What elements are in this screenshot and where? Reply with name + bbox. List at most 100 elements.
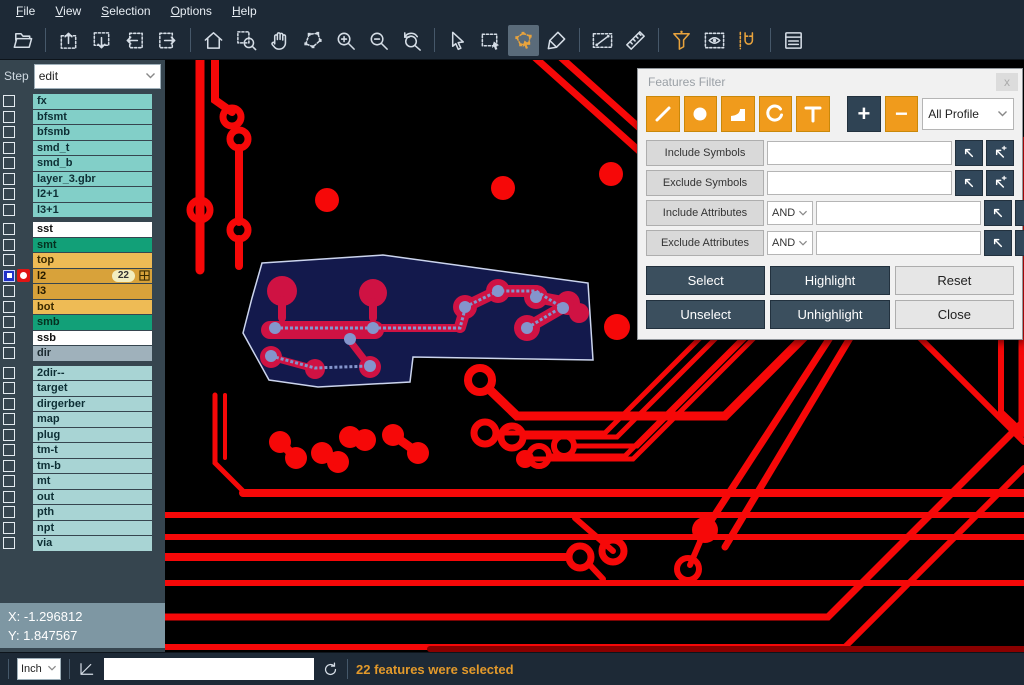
layer-row-top[interactable]: top bbox=[0, 253, 165, 268]
layer-visibility-checkbox[interactable] bbox=[3, 506, 15, 518]
logic-dropdown[interactable]: AND bbox=[767, 201, 813, 225]
pan-hand-icon[interactable] bbox=[264, 25, 295, 56]
layer-row-via[interactable]: via bbox=[0, 536, 165, 551]
layer-indicator[interactable] bbox=[17, 428, 30, 441]
layer-visibility-checkbox[interactable] bbox=[3, 475, 15, 487]
layer-row-l3+1[interactable]: l3+1 bbox=[0, 203, 165, 218]
close-button[interactable]: Close bbox=[895, 300, 1014, 329]
layer-row-target[interactable]: target bbox=[0, 381, 165, 396]
layer-visibility-checkbox[interactable] bbox=[3, 142, 15, 154]
layer-visibility-checkbox[interactable] bbox=[3, 254, 15, 266]
layer-indicator[interactable] bbox=[17, 141, 30, 154]
layer-visibility-checkbox[interactable] bbox=[3, 367, 15, 379]
close-icon[interactable]: x bbox=[996, 73, 1018, 91]
layer-visibility-checkbox[interactable] bbox=[3, 95, 15, 107]
layer-indicator[interactable] bbox=[17, 413, 30, 426]
pick-arrow-button[interactable] bbox=[955, 140, 983, 166]
layer-row-layer_3.gbr[interactable]: layer_3.gbr bbox=[0, 172, 165, 187]
layer-row-pth[interactable]: pth bbox=[0, 505, 165, 520]
layer-row-smd_t[interactable]: smd_t bbox=[0, 141, 165, 156]
layer-indicator[interactable] bbox=[17, 347, 30, 360]
field-label-button[interactable]: Include Symbols bbox=[646, 140, 764, 166]
layer-row-npt[interactable]: npt bbox=[0, 521, 165, 536]
field-label-button[interactable]: Exclude Attributes bbox=[646, 230, 764, 256]
features-filter-icon[interactable] bbox=[666, 25, 697, 56]
arc-filter-button[interactable] bbox=[759, 96, 793, 132]
zoom-in-icon[interactable] bbox=[330, 25, 361, 56]
reset-button[interactable]: Reset bbox=[895, 266, 1014, 295]
pointer-select-icon[interactable] bbox=[442, 25, 473, 56]
layer-indicator[interactable] bbox=[17, 475, 30, 488]
positive-polarity-button[interactable]: + bbox=[847, 96, 881, 132]
layer-row-mt[interactable]: mt bbox=[0, 474, 165, 489]
layer-visibility-checkbox[interactable] bbox=[3, 316, 15, 328]
polygon-select-icon[interactable] bbox=[508, 25, 539, 56]
zoom-previous-icon[interactable] bbox=[396, 25, 427, 56]
profile-dropdown[interactable]: All Profile bbox=[922, 98, 1014, 130]
layer-row-2dir--[interactable]: 2dir-- bbox=[0, 366, 165, 381]
layer-visibility-checkbox[interactable] bbox=[3, 204, 15, 216]
layer-visibility-checkbox[interactable] bbox=[3, 413, 15, 425]
layer-row-l3[interactable]: l3 bbox=[0, 284, 165, 299]
layer-visibility-checkbox[interactable] bbox=[3, 537, 15, 549]
rectangle-select-icon[interactable] bbox=[475, 25, 506, 56]
layer-indicator[interactable] bbox=[17, 203, 30, 216]
snap-magnet-icon[interactable] bbox=[732, 25, 763, 56]
pick-arrow-button[interactable] bbox=[955, 170, 983, 196]
pan-down-icon[interactable] bbox=[86, 25, 117, 56]
display-options-icon[interactable] bbox=[699, 25, 730, 56]
layer-visibility-checkbox[interactable] bbox=[3, 332, 15, 344]
layer-row-bfsmt[interactable]: bfsmt bbox=[0, 110, 165, 125]
layer-visibility-checkbox[interactable] bbox=[3, 270, 15, 282]
layer-visibility-checkbox[interactable] bbox=[3, 460, 15, 472]
step-dropdown[interactable]: edit bbox=[34, 64, 161, 89]
active-layer-indicator[interactable] bbox=[17, 269, 30, 282]
pick-add-arrow-button[interactable] bbox=[986, 170, 1014, 196]
pick-add-arrow-button[interactable] bbox=[986, 140, 1014, 166]
field-label-button[interactable]: Include Attributes bbox=[646, 200, 764, 226]
angle-measure-icon[interactable] bbox=[78, 660, 96, 678]
filter-value-input[interactable] bbox=[816, 201, 981, 225]
surface-filter-button[interactable] bbox=[721, 96, 755, 132]
layer-indicator[interactable] bbox=[17, 126, 30, 139]
dialog-title-bar[interactable]: Features Filter x bbox=[638, 69, 1022, 94]
menu-view[interactable]: View bbox=[45, 4, 91, 18]
layer-row-plug[interactable]: plug bbox=[0, 428, 165, 443]
layer-visibility-checkbox[interactable] bbox=[3, 301, 15, 313]
layer-row-smt[interactable]: smt bbox=[0, 238, 165, 253]
layer-row-map[interactable]: map bbox=[0, 412, 165, 427]
layer-visibility-checkbox[interactable] bbox=[3, 111, 15, 123]
layer-indicator[interactable] bbox=[17, 366, 30, 379]
logic-dropdown[interactable]: AND bbox=[767, 231, 813, 255]
layer-indicator[interactable] bbox=[17, 95, 30, 108]
layer-indicator[interactable] bbox=[17, 382, 30, 395]
layer-indicator[interactable] bbox=[17, 490, 30, 503]
pick-add-arrow-button[interactable] bbox=[1015, 200, 1024, 226]
layer-row-fx[interactable]: fx bbox=[0, 94, 165, 109]
filter-value-input[interactable] bbox=[816, 231, 981, 255]
layer-visibility-checkbox[interactable] bbox=[3, 398, 15, 410]
layer-indicator[interactable] bbox=[17, 110, 30, 123]
pick-arrow-button[interactable] bbox=[984, 230, 1012, 256]
layer-visibility-checkbox[interactable] bbox=[3, 173, 15, 185]
layer-visibility-checkbox[interactable] bbox=[3, 223, 15, 235]
pan-left-icon[interactable] bbox=[119, 25, 150, 56]
filter-value-input[interactable] bbox=[767, 171, 952, 195]
layer-indicator[interactable] bbox=[17, 397, 30, 410]
select-button[interactable]: Select bbox=[646, 266, 765, 295]
units-dropdown[interactable]: Inch bbox=[17, 658, 61, 680]
home-view-icon[interactable] bbox=[198, 25, 229, 56]
pan-right-icon[interactable] bbox=[152, 25, 183, 56]
layer-visibility-checkbox[interactable] bbox=[3, 429, 15, 441]
layer-visibility-checkbox[interactable] bbox=[3, 522, 15, 534]
layer-row-bot[interactable]: bot bbox=[0, 300, 165, 315]
layer-indicator[interactable] bbox=[17, 254, 30, 267]
layer-visibility-checkbox[interactable] bbox=[3, 444, 15, 456]
layer-row-smb[interactable]: smb bbox=[0, 315, 165, 330]
open-file-icon[interactable] bbox=[7, 25, 38, 56]
layer-indicator[interactable] bbox=[17, 300, 30, 313]
zoom-out-icon[interactable] bbox=[363, 25, 394, 56]
pick-arrow-button[interactable] bbox=[984, 200, 1012, 226]
menu-help[interactable]: Help bbox=[222, 4, 267, 18]
pick-add-arrow-button[interactable] bbox=[1015, 230, 1024, 256]
